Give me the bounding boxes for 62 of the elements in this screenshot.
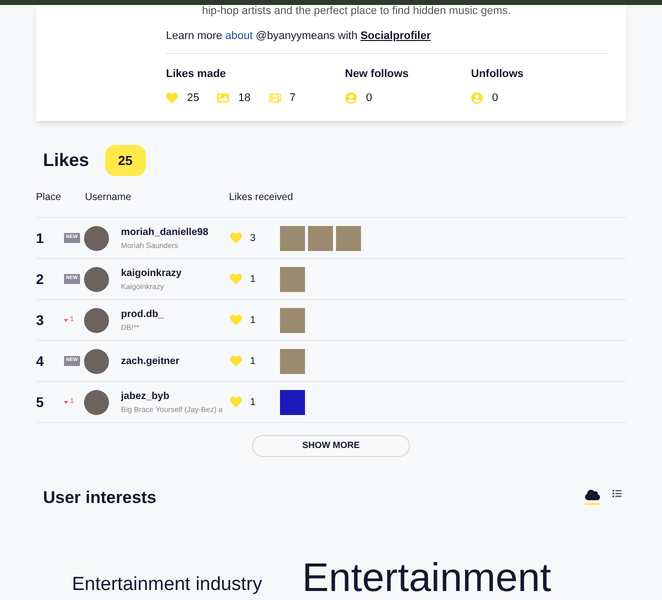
interests-title: User interests <box>43 486 156 508</box>
stat-label: New follows <box>345 66 410 82</box>
learn-more-text: @byanyymeans with <box>256 29 358 44</box>
photo-placeholder <box>336 226 361 250</box>
show-more-button[interactable]: SHOW MORE <box>252 435 410 456</box>
photo-placeholder <box>280 348 305 374</box>
column-header: Likes received <box>229 191 293 205</box>
username: moriah_danielle98 <box>121 226 210 240</box>
avatar <box>84 308 109 332</box>
likes-received: 3 <box>249 232 257 246</box>
socialprofiler-link[interactable]: Socialprofiler <box>360 28 431 44</box>
bio-text: hip-hop artists and the perfect place to find hidden music gems. <box>201 5 512 17</box>
username: zach.geitner <box>121 354 180 368</box>
likes-received: 1 <box>249 314 257 328</box>
likes-count-badge: 25 <box>105 144 146 176</box>
avatar <box>84 266 109 292</box>
heart-icon <box>230 355 242 367</box>
user-icon <box>471 92 483 104</box>
stat-value: 7 <box>290 91 296 106</box>
place-number: 3 <box>36 310 45 330</box>
photo-placeholder <box>280 266 305 292</box>
stat-label: Unfollows <box>471 66 524 82</box>
photo-placeholder <box>280 308 305 332</box>
stat-label: Likes made <box>166 66 227 82</box>
learn-more-text: Learn more <box>166 29 222 44</box>
avatar <box>84 348 109 374</box>
film-icon <box>268 92 280 104</box>
stat-value: 0 <box>492 91 498 106</box>
username: prod.db_ <box>121 308 165 322</box>
place-number: 5 <box>36 392 45 412</box>
heart-icon <box>230 273 242 285</box>
place-number: 4 <box>36 352 45 370</box>
stat-value: 18 <box>238 91 250 106</box>
down-triangle-icon <box>64 400 68 404</box>
heart-icon <box>166 92 178 104</box>
likes-received: 1 <box>249 354 257 368</box>
username: kaigoinkrazy <box>121 266 183 281</box>
avatar <box>84 226 109 250</box>
photo-placeholder <box>280 226 305 250</box>
interest-word: Entertainment industry <box>72 574 262 596</box>
photo-placeholder <box>308 226 333 250</box>
likes-title: Likes <box>43 148 90 172</box>
column-header: Place <box>36 191 62 205</box>
avatar <box>84 390 109 414</box>
interest-word: Entertainment <box>302 556 552 600</box>
place-number: 2 <box>36 270 45 288</box>
heart-icon <box>230 232 242 244</box>
column-header: Username <box>85 191 132 205</box>
about-link[interactable]: about <box>225 28 253 44</box>
likes-received: 1 <box>249 396 257 410</box>
photo-placeholder <box>280 390 305 414</box>
stat-value: 25 <box>187 91 200 106</box>
place-number: 1 <box>36 228 45 248</box>
image-icon <box>217 92 230 104</box>
cloud-view-tab[interactable] <box>585 489 600 506</box>
likes-received: 1 <box>249 272 257 286</box>
user-icon <box>345 92 357 104</box>
heart-icon <box>230 396 242 408</box>
username: jabez_byb <box>121 390 170 404</box>
heart-icon <box>230 314 242 326</box>
down-triangle-icon <box>64 318 68 322</box>
stat-value: 0 <box>366 91 372 106</box>
